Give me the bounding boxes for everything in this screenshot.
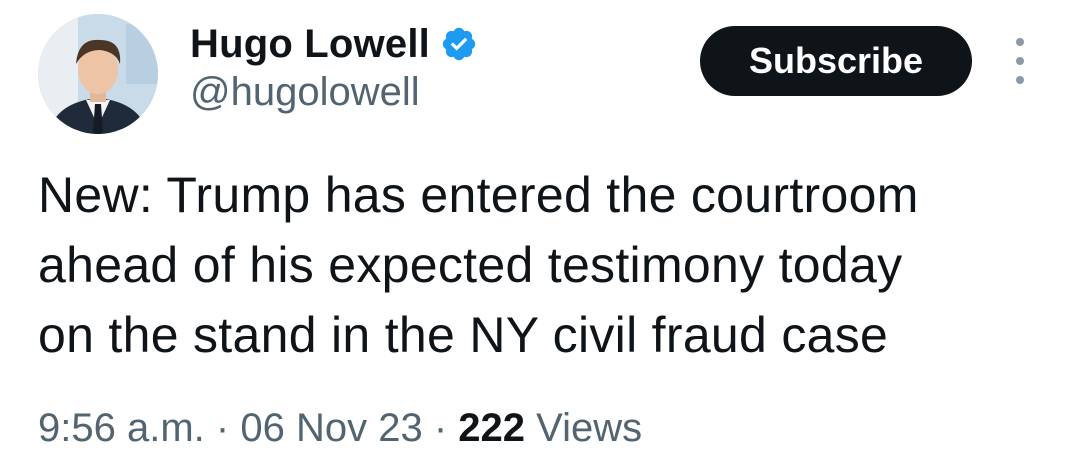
tweet-text-line: on the stand in the NY civil fraud case	[38, 307, 889, 363]
more-dot	[1016, 57, 1024, 65]
meta-separator: ·	[215, 406, 230, 450]
subscribe-button[interactable]: Subscribe	[700, 26, 972, 96]
views-label: Views	[536, 406, 643, 450]
tweet-text: New: Trump has entered the courtroom ahe…	[38, 160, 1048, 370]
meta-separator: ·	[433, 406, 448, 450]
verified-badge-icon	[440, 25, 478, 63]
tweet-text-line: New: Trump has entered the courtroom	[38, 167, 919, 223]
tweet-text-line: ahead of his expected testimony today	[38, 237, 903, 293]
more-vertical-icon[interactable]	[1004, 38, 1036, 84]
tweet-time[interactable]: 9:56 a.m.	[38, 406, 205, 450]
more-dot	[1016, 76, 1024, 84]
avatar[interactable]	[38, 14, 158, 134]
views-count: 222	[458, 406, 526, 450]
avatar-image	[38, 14, 158, 134]
tweet-meta: 9:56 a.m. · 06 Nov 23 · 222 Views	[38, 406, 642, 451]
author-name-row: Hugo Lowell	[190, 16, 478, 72]
more-dot	[1016, 38, 1024, 46]
author-handle[interactable]: @hugolowell	[190, 70, 420, 115]
author-display-name[interactable]: Hugo Lowell	[190, 22, 430, 67]
tweet-date[interactable]: 06 Nov 23	[240, 406, 422, 450]
tweet-card: Hugo Lowell @hugolowell Subscribe New: T…	[0, 0, 1080, 464]
